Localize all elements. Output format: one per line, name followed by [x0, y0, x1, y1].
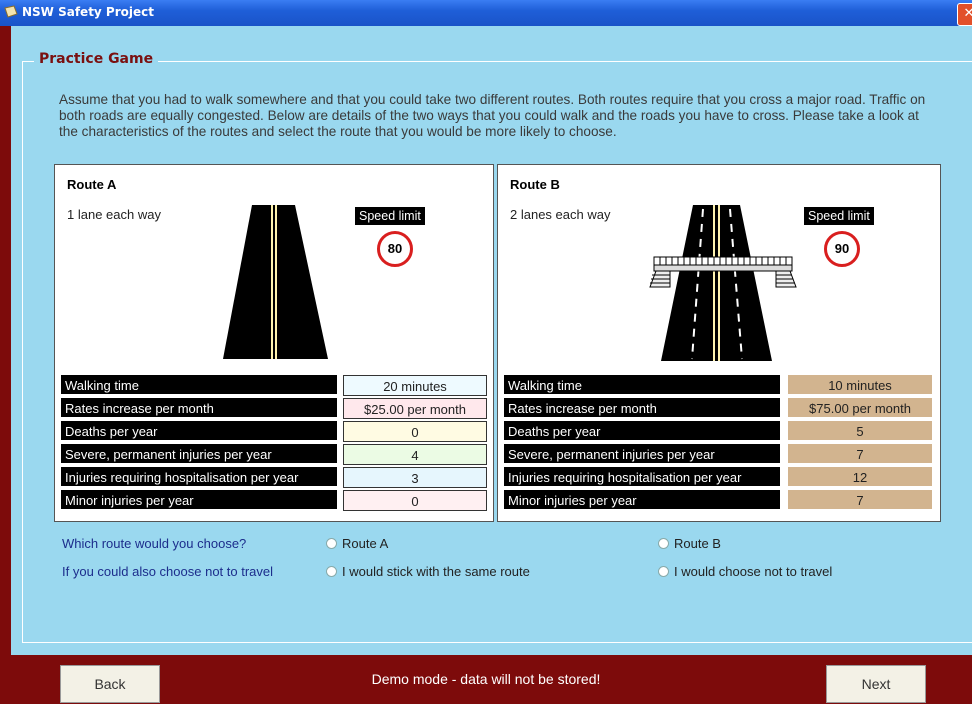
stat-label: Walking time [504, 375, 780, 396]
stat-value: 0 [343, 421, 487, 442]
radio-circle-icon[interactable] [326, 566, 337, 577]
stat-value: 3 [343, 467, 487, 488]
stat-row: Severe, permanent injuries per year 7 [504, 444, 932, 465]
speed-limit-sign-80: 80 [377, 231, 413, 267]
stat-value: $25.00 per month [343, 398, 487, 419]
stat-label: Minor injuries per year [504, 490, 780, 511]
route-a-title: Route A [67, 177, 117, 192]
radio-not-travel[interactable]: I would choose not to travel [658, 564, 832, 579]
route-b-panel: Route B 2 lanes each way Speed limit 90 … [497, 164, 941, 522]
stat-value: 7 [788, 444, 932, 465]
app-icon [4, 5, 18, 18]
stat-label: Minor injuries per year [61, 490, 337, 511]
question-route-choice: Which route would you choose? [62, 536, 247, 551]
road-image-one-lane [223, 205, 328, 359]
radio-not-travel-label: I would choose not to travel [674, 564, 833, 579]
radio-circle-icon[interactable] [658, 566, 669, 577]
route-a-speed-label: Speed limit [355, 207, 425, 225]
stat-row: Rates increase per month $25.00 per month [61, 398, 487, 419]
stat-label: Rates increase per month [504, 398, 780, 419]
radio-route-b[interactable]: Route B [658, 536, 721, 551]
route-a-panel: Route A 1 lane each way Speed limit 80 W… [54, 164, 494, 522]
question-not-travel: If you could also choose not to travel [62, 564, 274, 579]
stat-value: 7 [788, 490, 932, 511]
radio-circle-icon[interactable] [326, 538, 337, 549]
radio-same-route-label: I would stick with the same route [342, 564, 530, 579]
stat-value: 4 [343, 444, 487, 465]
title-bar: NSW Safety Project ✕ [0, 0, 972, 26]
stat-label: Injuries requiring hospitalisation per y… [61, 467, 337, 488]
stat-label: Severe, permanent injuries per year [504, 444, 780, 465]
stat-row: Severe, permanent injuries per year 4 [61, 444, 487, 465]
stat-label: Injuries requiring hospitalisation per y… [504, 467, 780, 488]
route-a-lanes: 1 lane each way [67, 207, 161, 222]
stat-value: 10 minutes [788, 375, 932, 396]
stat-label: Rates increase per month [61, 398, 337, 419]
stat-value: 20 minutes [343, 375, 487, 396]
stat-label: Walking time [61, 375, 337, 396]
route-b-lanes: 2 lanes each way [510, 207, 611, 222]
radio-route-b-label: Route B [674, 536, 721, 551]
stat-value: $75.00 per month [788, 398, 932, 419]
close-icon[interactable]: ✕ [957, 3, 972, 26]
radio-route-a[interactable]: Route A [326, 536, 388, 551]
stat-row: Injuries requiring hospitalisation per y… [504, 467, 932, 488]
stat-row: Deaths per year 0 [61, 421, 487, 442]
radio-route-a-label: Route A [342, 536, 389, 551]
next-button[interactable]: Next [826, 665, 926, 703]
stat-row: Walking time 10 minutes [504, 375, 932, 396]
stat-value: 0 [343, 490, 487, 511]
stat-value: 5 [788, 421, 932, 442]
stat-row: Injuries requiring hospitalisation per y… [61, 467, 487, 488]
window-frame-left [0, 26, 11, 704]
speed-limit-sign-90: 90 [824, 231, 860, 267]
stat-row: Rates increase per month $75.00 per month [504, 398, 932, 419]
intro-text: Assume that you had to walk somewhere an… [59, 92, 926, 139]
stat-row: Walking time 20 minutes [61, 375, 487, 396]
road-image-two-lanes-with-overpass [649, 205, 797, 361]
radio-same-route[interactable]: I would stick with the same route [326, 564, 530, 579]
radio-circle-icon[interactable] [658, 538, 669, 549]
window-title: NSW Safety Project [22, 5, 154, 19]
group-legend: Practice Game [34, 51, 159, 67]
stat-row: Deaths per year 5 [504, 421, 932, 442]
stat-row: Minor injuries per year 0 [61, 490, 487, 511]
stat-label: Severe, permanent injuries per year [61, 444, 337, 465]
stat-value: 12 [788, 467, 932, 488]
route-b-title: Route B [510, 177, 560, 192]
stat-row: Minor injuries per year 7 [504, 490, 932, 511]
stat-label: Deaths per year [504, 421, 780, 442]
stat-label: Deaths per year [61, 421, 337, 442]
route-b-speed-label: Speed limit [804, 207, 874, 225]
